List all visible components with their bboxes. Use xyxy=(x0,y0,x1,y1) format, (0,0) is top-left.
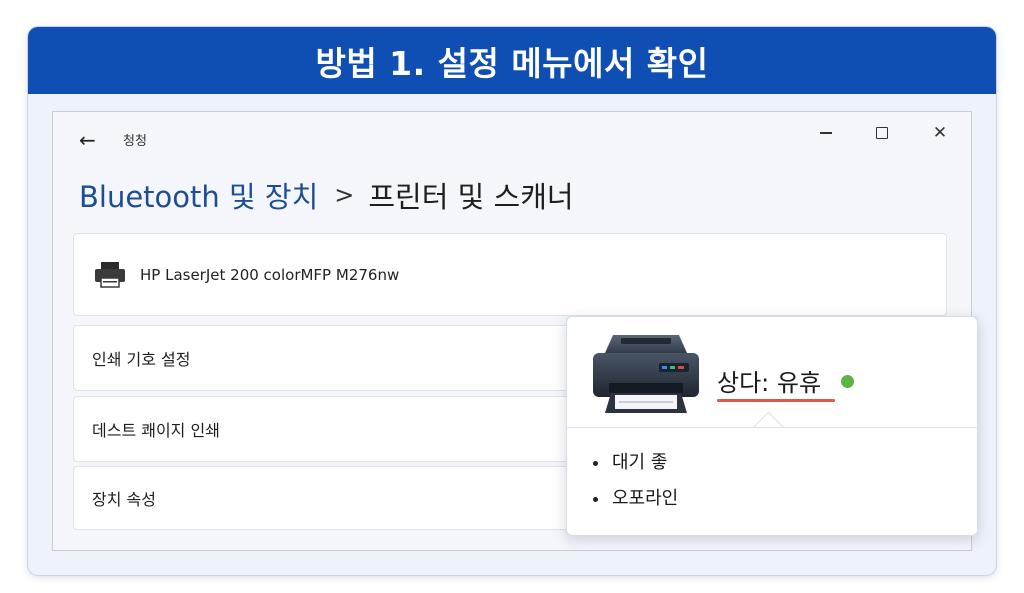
printer-list-item[interactable]: HP LaserJet 200 colorMFP M276nw xyxy=(73,233,947,316)
status-option-waiting: 대기 좋 xyxy=(593,445,678,481)
back-arrow-icon[interactable]: ← xyxy=(79,128,96,152)
print-test-page-label: 데스트 쾌이지 인쇄 xyxy=(92,421,220,440)
breadcrumb-separator: > xyxy=(334,181,355,209)
printer-status-text: 상다: 유휴 xyxy=(717,369,822,397)
printer-name: HP LaserJet 200 colorMFP M276nw xyxy=(140,265,400,284)
breadcrumb: Bluetooth 및 장치 > 프린터 및 스캐너 xyxy=(79,174,574,216)
popup-divider xyxy=(567,427,977,428)
title-banner: 방법 1. 설정 메뉴에서 확인 xyxy=(28,27,996,94)
status-online-dot xyxy=(841,375,854,388)
banner-title: 방법 1. 설정 메뉴에서 확인 xyxy=(315,43,709,83)
device-properties-label: 장치 속성 xyxy=(92,490,156,509)
tutorial-card: 방법 1. 설정 메뉴에서 확인 ← 청청 ✕ Bluetooth 및 장치 >… xyxy=(28,27,996,575)
status-option-label: 대기 좋 xyxy=(612,452,668,473)
maximize-icon[interactable] xyxy=(867,122,897,144)
status-underline xyxy=(717,399,835,402)
printer-icon xyxy=(92,260,128,290)
status-option-label: 오포라인 xyxy=(612,488,679,509)
page-title: 프린터 및 스캐너 xyxy=(368,180,574,214)
settings-window: ← 청청 ✕ Bluetooth 및 장치 > 프린터 및 스캐너 HP Las… xyxy=(52,111,978,551)
bullet-icon xyxy=(593,496,598,502)
status-option-offline: 오포라인 xyxy=(593,481,678,517)
bullet-icon xyxy=(593,460,598,466)
close-icon[interactable]: ✕ xyxy=(925,122,955,144)
window-title: 청청 xyxy=(123,134,147,149)
status-options-list: 대기 좋 오포라인 xyxy=(593,445,678,517)
printer-status-popup: 상다: 유휴 대기 좋 오포라인 xyxy=(566,316,978,536)
minimize-icon[interactable] xyxy=(811,122,841,144)
breadcrumb-parent-link[interactable]: Bluetooth 및 장치 xyxy=(79,174,318,216)
printing-preferences-label: 인쇄 기호 설정 xyxy=(92,350,191,369)
printer-illustration-icon xyxy=(589,331,703,417)
